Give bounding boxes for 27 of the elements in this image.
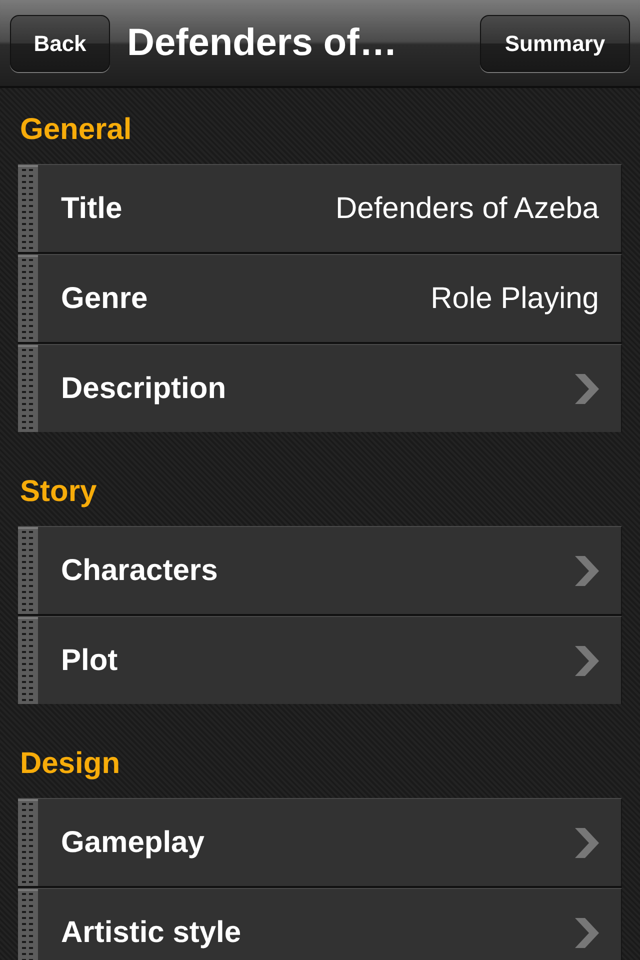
row-label: Plot <box>61 642 118 678</box>
list-row[interactable]: Characters <box>18 526 622 614</box>
list-row[interactable]: Plot <box>18 616 622 704</box>
row-label: Description <box>61 370 226 406</box>
row-label: Genre <box>61 280 148 316</box>
row-label: Characters <box>61 552 218 588</box>
summary-button[interactable]: Summary <box>480 14 630 72</box>
section-header: Story <box>19 474 98 510</box>
chevron-icon <box>575 374 599 404</box>
section-header: General <box>19 112 133 148</box>
chevron-icon <box>575 556 599 586</box>
nav-title: Defenders of… <box>127 21 398 65</box>
list-row[interactable]: Description <box>18 344 622 432</box>
row-value: Role Playing <box>430 280 599 316</box>
row-value: Defenders of Azeba <box>335 190 599 226</box>
chevron-icon <box>575 828 599 858</box>
back-button[interactable]: Back <box>10 14 110 72</box>
chevron-icon <box>575 918 599 948</box>
row-label: Gameplay <box>61 824 204 860</box>
chevron-icon <box>575 646 599 676</box>
list-row[interactable]: Genre Role Playing <box>18 254 622 342</box>
list-row[interactable]: Title Defenders of Azeba <box>18 164 622 252</box>
row-label: Title <box>61 190 122 226</box>
list-row[interactable]: Artistic style <box>18 888 622 960</box>
section-header: Design <box>19 746 122 782</box>
list-row[interactable]: Gameplay <box>18 798 622 886</box>
row-label: Artistic style <box>61 914 242 950</box>
